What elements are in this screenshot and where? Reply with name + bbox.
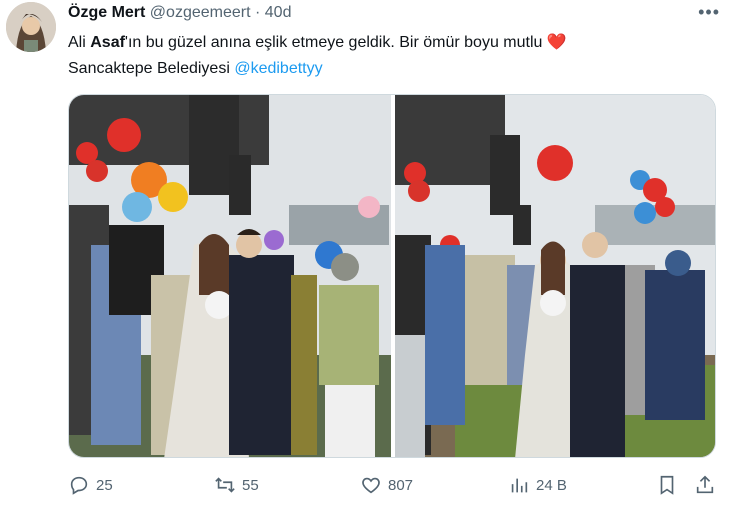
author-avatar[interactable] bbox=[6, 2, 56, 52]
media-grid bbox=[68, 94, 716, 458]
wedding-photo-2[interactable] bbox=[395, 95, 715, 457]
author-handle[interactable]: @ozgeemeert bbox=[150, 4, 251, 21]
more-options-button[interactable]: ••• bbox=[698, 2, 720, 23]
author-name[interactable]: Özge Mert bbox=[68, 4, 145, 21]
analytics-icon bbox=[511, 478, 528, 493]
heart-icon bbox=[362, 477, 380, 494]
tweet-text-bold: Asaf bbox=[90, 34, 125, 51]
retweet-icon bbox=[215, 477, 235, 493]
retweet-button[interactable]: 55 bbox=[214, 474, 259, 496]
tweet-actions: 25 55 807 24 B bbox=[68, 474, 718, 500]
tweet-text: Ali Asaf'ın bu güzel anına eşlik etmeye … bbox=[68, 30, 728, 82]
share-button[interactable] bbox=[694, 474, 716, 496]
bookmark-button[interactable] bbox=[656, 474, 678, 496]
views-button[interactable]: 24 B bbox=[508, 474, 567, 496]
share-icon bbox=[696, 475, 714, 494]
mention-link[interactable]: @kedibettyy bbox=[234, 60, 322, 77]
like-button[interactable]: 807 bbox=[360, 474, 413, 496]
tweet-text-line2: Sancaktepe Belediyesi bbox=[68, 60, 235, 77]
reply-count: 25 bbox=[96, 476, 113, 494]
views-count: 24 B bbox=[536, 476, 567, 494]
wedding-photo-1[interactable] bbox=[69, 95, 391, 457]
tweet-timestamp[interactable]: 40d bbox=[265, 4, 292, 21]
reply-button[interactable]: 25 bbox=[68, 474, 113, 496]
separator-dot: · bbox=[254, 4, 261, 21]
bookmark-icon bbox=[660, 475, 674, 495]
like-count: 807 bbox=[388, 476, 414, 494]
tweet-text-part1: Ali bbox=[68, 34, 91, 51]
reply-icon bbox=[70, 476, 88, 495]
heart-emoji: ❤️ bbox=[546, 34, 567, 51]
tweet-header: Özge Mert @ozgeemeert · 40d bbox=[68, 4, 291, 22]
retweet-count: 55 bbox=[242, 476, 259, 494]
tweet-text-part2: 'ın bu güzel anına eşlik etmeye geldik. … bbox=[124, 34, 547, 51]
